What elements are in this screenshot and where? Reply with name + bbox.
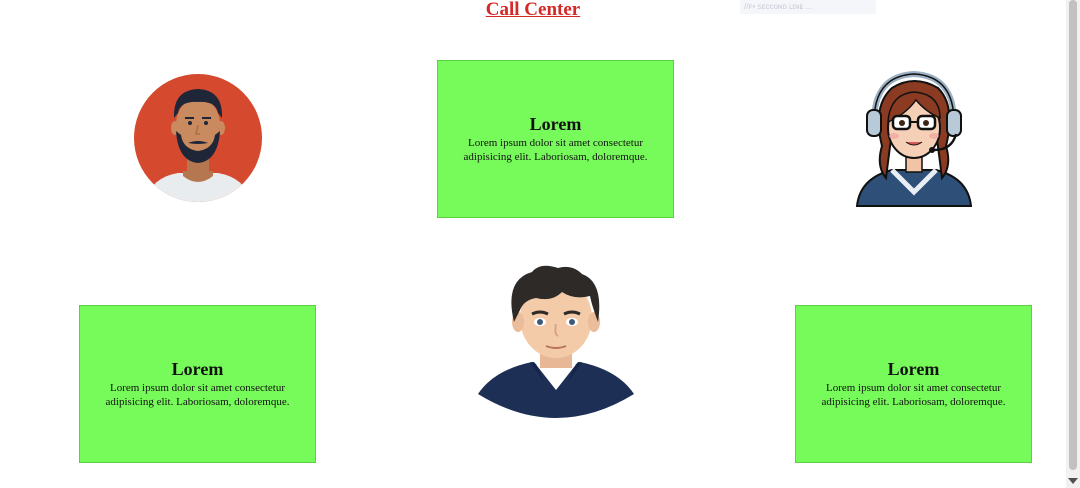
page: Call Center //ꜰ• ꜱᴇᴄᴄᴏɴᴅ ʟɪɴᴇ ... Lorem … (0, 0, 1066, 488)
info-card: Lorem Lorem ipsum dolor sit amet consect… (437, 60, 674, 218)
young-man-avatar-icon (474, 262, 638, 426)
page-title: Call Center (485, 0, 581, 20)
card-body: Lorem ipsum dolor sit amet consectetur a… (821, 382, 1006, 408)
headset-agent-avatar-icon (852, 66, 976, 210)
card-heading: Lorem (529, 114, 582, 134)
scrollbar-thumb[interactable] (1069, 0, 1077, 470)
info-card: Lorem Lorem ipsum dolor sit amet consect… (795, 305, 1032, 463)
card-body: Lorem ipsum dolor sit amet consectetur a… (463, 137, 648, 163)
scroll-down-arrow-icon[interactable] (1068, 478, 1078, 484)
card-body: Lorem ipsum dolor sit amet consectetur a… (105, 382, 290, 408)
card-heading: Lorem (887, 359, 940, 379)
card-heading: Lorem (171, 359, 224, 379)
bearded-man-avatar-icon (133, 73, 263, 203)
info-card: Lorem Lorem ipsum dolor sit amet consect… (79, 305, 316, 463)
faint-overlay-text: //ꜰ• ꜱᴇᴄᴄᴏɴᴅ ʟɪɴᴇ ... (740, 0, 876, 14)
